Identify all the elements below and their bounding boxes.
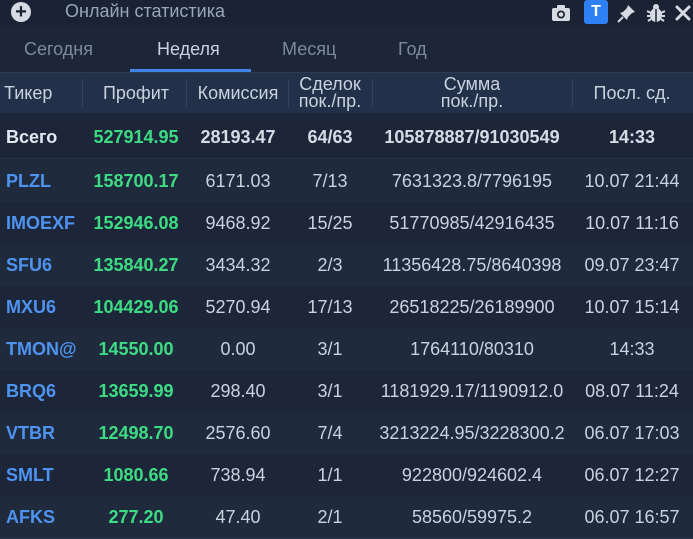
header-deals-line2: пок./пр. [298, 91, 362, 111]
ticker-cell[interactable]: BRQ6 [6, 370, 86, 412]
commission-cell: 9468.92 [205, 213, 271, 233]
total-commission: 28193.47 [200, 127, 276, 147]
profit-cell: 277.20 [108, 507, 164, 527]
header-deals[interactable]: Сделок пок./пр. [288, 73, 372, 113]
add-icon[interactable]: + [11, 2, 31, 22]
column-divider [82, 79, 83, 107]
last-trade-cell: 10.07 21:44 [584, 171, 680, 191]
sum-cell: 26518225/26189900 [389, 297, 555, 317]
last-trade-cell: 09.07 23:47 [584, 255, 680, 275]
deals-cell: 1/1 [317, 465, 343, 485]
table-row[interactable]: VTBR 12498.70 2576.60 7/4 3213224.95/3228300… [0, 412, 693, 455]
header-last-trade[interactable]: Посл. сд. [574, 73, 690, 113]
last-trade-cell: 10.07 15:14 [584, 297, 680, 317]
camera-icon[interactable] [550, 2, 572, 24]
commission-cell: 3434.32 [205, 255, 271, 275]
column-divider [186, 79, 187, 107]
profit-cell: 1080.66 [103, 465, 169, 485]
last-trade-cell: 06.07 16:57 [584, 507, 680, 527]
close-icon[interactable] [672, 2, 693, 24]
deals-cell: 3/1 [317, 339, 343, 359]
table-row[interactable]: PLZL 158700.17 6171.03 7/13 7631323.8/779619… [0, 160, 693, 203]
commission-cell: 6171.03 [205, 171, 271, 191]
total-deals: 64/63 [307, 127, 353, 147]
ticker-cell[interactable]: SMLT [6, 454, 86, 496]
last-trade-cell: 06.07 17:03 [584, 423, 680, 443]
tab-year[interactable]: Год [398, 28, 427, 70]
active-tab-indicator [130, 69, 251, 72]
profit-cell: 12498.70 [98, 423, 174, 443]
table-row[interactable]: MXU6 104429.06 5270.94 17/13 26518225/261899… [0, 286, 693, 329]
profit-cell: 104429.06 [93, 297, 179, 317]
profit-cell: 152946.08 [93, 213, 179, 233]
ticker-cell[interactable]: TMON@ [6, 328, 86, 370]
bug-icon[interactable] [645, 2, 667, 24]
tab-week[interactable]: Неделя [157, 28, 220, 70]
header-sum-line2: пок./пр. [440, 91, 504, 111]
column-divider [572, 79, 573, 107]
deals-cell: 3/1 [317, 381, 343, 401]
deals-cell: 2/3 [317, 255, 343, 275]
sum-cell: 7631323.8/7796195 [391, 171, 553, 191]
sum-cell: 11356428.75/8640398 [382, 255, 562, 275]
window-title: Онлайн статистика [65, 1, 225, 21]
last-trade-cell: 10.07 11:16 [585, 213, 679, 233]
table-row[interactable]: TMON@ 14550.00 0.00 3/1 1764110/80310 14:33 [0, 328, 693, 371]
sum-cell: 51770985/42916435 [389, 213, 555, 233]
deals-cell: 2/1 [317, 507, 343, 527]
total-sum: 105878887/91030549 [384, 127, 560, 147]
ticker-cell[interactable]: SFU6 [6, 244, 86, 286]
last-trade-cell: 08.07 11:24 [585, 381, 679, 401]
last-trade-cell: 14:33 [609, 339, 655, 359]
profit-cell: 158700.17 [93, 171, 179, 191]
sum-cell: 922800/924602.4 [401, 465, 543, 485]
table-row[interactable]: AFKS 277.20 47.40 2/1 58560/59975.2 06.07 16:… [0, 496, 693, 539]
table-row[interactable]: SMLT 1080.66 738.94 1/1 922800/924602.4 06.07… [0, 454, 693, 497]
commission-cell: 738.94 [210, 465, 266, 485]
commission-cell: 47.40 [215, 507, 261, 527]
table-row[interactable]: IMOEXF 152946.08 9468.92 15/25 51770985/4291… [0, 202, 693, 245]
total-ticker: Всего [6, 127, 58, 147]
ticker-cell[interactable]: AFKS [6, 496, 86, 538]
header-commission[interactable]: Комиссия [188, 73, 288, 113]
commission-cell: 2576.60 [205, 423, 271, 443]
ticker-cell[interactable]: VTBR [6, 412, 86, 454]
sum-cell: 3213224.95/3228300.2 [379, 423, 565, 443]
deals-cell: 7/4 [317, 423, 343, 443]
pin-icon[interactable] [616, 2, 638, 24]
header-profit[interactable]: Профит [86, 73, 186, 113]
deals-cell: 17/13 [307, 297, 353, 317]
deals-cell: 7/13 [312, 171, 348, 191]
commission-cell: 5270.94 [205, 297, 271, 317]
sum-cell: 1181929.17/1190912.0 [380, 381, 564, 401]
profit-cell: 13659.99 [98, 381, 174, 401]
table-row[interactable]: SFU6 135840.27 3434.32 2/3 11356428.75/86403… [0, 244, 693, 287]
total-last-trade: 14:33 [608, 127, 656, 147]
sum-cell: 1764110/80310 [410, 339, 534, 359]
header-sum[interactable]: Сумма пок./пр. [372, 73, 572, 113]
tab-today[interactable]: Сегодня [24, 28, 93, 70]
commission-cell: 0.00 [220, 339, 256, 359]
header-ticker[interactable]: Тикер [4, 73, 64, 113]
deals-cell: 15/25 [307, 213, 353, 233]
ticker-cell[interactable]: MXU6 [6, 286, 86, 328]
table-header: Тикер Профит Комиссия Сделок пок./пр. Су… [0, 73, 693, 113]
commission-cell: 298.40 [210, 381, 266, 401]
table-row[interactable]: BRQ6 13659.99 298.40 3/1 1181929.17/1190912.… [0, 370, 693, 413]
t-badge-button[interactable]: T [584, 0, 608, 24]
ticker-cell[interactable]: PLZL [6, 160, 86, 202]
sum-cell: 58560/59975.2 [411, 507, 533, 527]
period-tabs: Сегодня Неделя Месяц Год [0, 28, 693, 73]
total-profit: 527914.95 [93, 127, 179, 147]
tab-month[interactable]: Месяц [282, 28, 336, 70]
total-row[interactable]: Всего 527914.95 28193.47 64/63 105878887… [0, 116, 693, 159]
profit-cell: 14550.00 [98, 339, 174, 359]
ticker-cell[interactable]: IMOEXF [6, 202, 86, 244]
title-bar: + Онлайн статистика T [0, 0, 693, 26]
last-trade-cell: 06.07 12:27 [584, 465, 680, 485]
profit-cell: 135840.27 [93, 255, 179, 275]
